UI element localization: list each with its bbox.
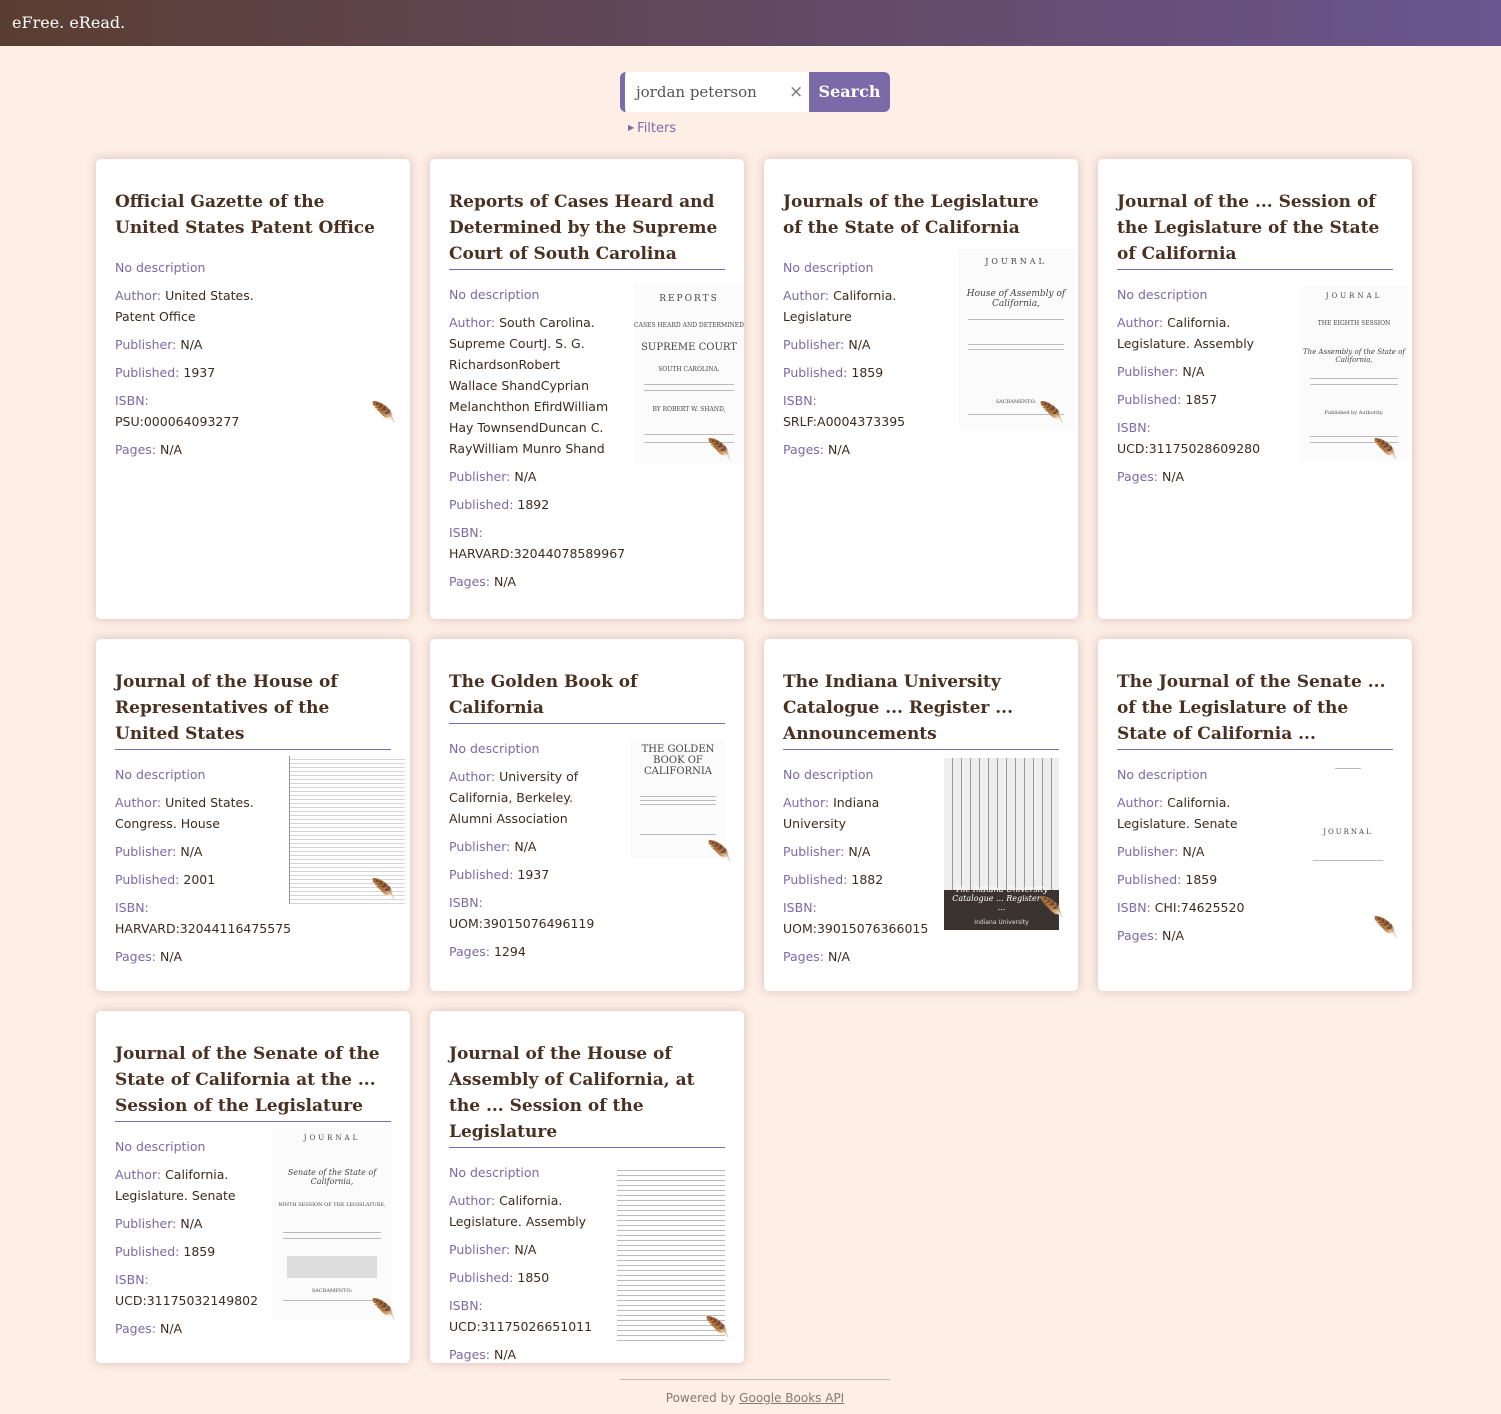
book-title[interactable]: Journal of the House of Representatives … — [115, 669, 391, 750]
link-feather-icon[interactable]: 🪶 — [1039, 401, 1064, 423]
clear-icon[interactable]: × — [789, 82, 803, 102]
book-isbn: SRLF:A0004373395 — [783, 414, 906, 429]
filters-toggle[interactable]: ▶ Filters — [628, 121, 676, 136]
book-card[interactable]: Journal of the Senate of the State of Ca… — [96, 1011, 410, 1363]
book-pages: N/A — [1161, 928, 1185, 943]
book-publisher: N/A — [1182, 364, 1205, 379]
book-description: No description — [1117, 287, 1208, 302]
book-cover-thumbnail[interactable]: JOURNAL Senate of the State of Californi… — [273, 1128, 391, 1320]
book-title[interactable]: Journal of the House of Assembly of Cali… — [449, 1041, 725, 1148]
book-published: 1937 — [517, 867, 550, 882]
book-pages: N/A — [159, 1321, 183, 1336]
book-publisher: N/A — [1182, 844, 1205, 859]
book-cover-thumbnail[interactable]: JOURNAL — [1293, 760, 1403, 880]
book-isbn: UOM:39015076496119 — [449, 916, 595, 931]
footer: Powered by Google Books API — [620, 1391, 890, 1405]
brand-logo[interactable]: eFree. eRead. — [12, 13, 125, 32]
book-publisher: N/A — [180, 844, 203, 859]
book-title[interactable]: Journal of the Senate of the State of Ca… — [115, 1041, 391, 1122]
book-title[interactable]: The Journal of the Senate ... of the Leg… — [1117, 669, 1393, 750]
footer-prefix: Powered by — [665, 1391, 736, 1405]
link-feather-icon[interactable]: 🪶 — [371, 401, 396, 423]
search-button[interactable]: Search — [809, 72, 890, 112]
link-feather-icon[interactable]: 🪶 — [1373, 916, 1398, 938]
book-description: No description — [1117, 767, 1208, 782]
book-description: No description — [115, 1139, 206, 1154]
book-publisher: N/A — [514, 1242, 537, 1257]
link-feather-icon[interactable]: 🪶 — [707, 438, 732, 460]
book-title[interactable]: Journals of the Legislature of the State… — [783, 189, 1059, 243]
link-feather-icon[interactable]: 🪶 — [1373, 438, 1398, 460]
book-published: 1859 — [183, 1244, 216, 1259]
book-isbn: UOM:39015076366015 — [783, 921, 929, 936]
book-publisher: N/A — [848, 337, 871, 352]
book-title[interactable]: The Indiana University Catalogue ... Reg… — [783, 669, 1059, 750]
triangle-right-icon: ▶ — [628, 123, 635, 132]
book-published: 1859 — [851, 365, 884, 380]
book-title[interactable]: The Golden Book of California — [449, 669, 725, 724]
book-publisher: N/A — [180, 337, 203, 352]
book-published: 2001 — [183, 872, 216, 887]
book-card[interactable]: Official Gazette of the United States Pa… — [96, 159, 410, 619]
book-pages: N/A — [159, 949, 183, 964]
book-cover-thumbnail[interactable]: JOURNAL THE EIGHTH SESSION The Assembly … — [1300, 286, 1408, 462]
book-isbn: UCD:31175032149802 — [115, 1293, 259, 1308]
book-card[interactable]: The Indiana University Catalogue ... Reg… — [764, 639, 1078, 991]
book-pages: 1294 — [493, 944, 526, 959]
book-card[interactable]: The Journal of the Senate ... of the Leg… — [1098, 639, 1412, 991]
book-isbn: UCD:31175026651011 — [449, 1319, 593, 1334]
book-pages: N/A — [493, 1347, 517, 1362]
book-description: No description — [449, 1165, 540, 1180]
book-isbn: CHI:74625520 — [1154, 900, 1245, 915]
book-pages: N/A — [493, 574, 517, 589]
book-card[interactable]: Journal of the House of Assembly of Cali… — [430, 1011, 744, 1363]
top-bar: eFree. eRead. — [0, 0, 1501, 46]
book-card[interactable]: Reports of Cases Heard and Determined by… — [430, 159, 744, 619]
link-feather-icon[interactable]: 🪶 — [705, 1316, 730, 1338]
footer-divider — [620, 1379, 890, 1380]
book-publisher: N/A — [848, 844, 871, 859]
book-description: No description — [449, 287, 540, 302]
link-feather-icon[interactable]: 🪶 — [371, 878, 396, 900]
book-publisher: N/A — [514, 839, 537, 854]
book-card[interactable]: Journals of the Legislature of the State… — [764, 159, 1078, 619]
book-pages: N/A — [827, 949, 851, 964]
book-title[interactable]: Reports of Cases Heard and Determined by… — [449, 189, 725, 270]
book-description: No description — [115, 260, 206, 275]
book-published: 1850 — [517, 1270, 550, 1285]
search-bar: jordan peterson × Search — [620, 72, 890, 112]
book-card[interactable]: Journal of the ... Session of the Legisl… — [1098, 159, 1412, 619]
book-description: No description — [783, 767, 874, 782]
book-description: No description — [449, 741, 540, 756]
book-published: 1857 — [1185, 392, 1218, 407]
book-isbn: HARVARD:32044116475575 — [115, 921, 292, 936]
google-books-api-link[interactable]: Google Books API — [739, 1391, 844, 1405]
link-feather-icon[interactable]: 🪶 — [371, 1298, 396, 1320]
book-published: 1882 — [851, 872, 884, 887]
book-pages: N/A — [159, 442, 183, 457]
book-pages: N/A — [827, 442, 851, 457]
filters-label: Filters — [637, 121, 677, 136]
book-isbn: HARVARD:32044078589967 — [449, 546, 626, 561]
book-card[interactable]: The Golden Book of California No descrip… — [430, 639, 744, 991]
link-feather-icon[interactable]: 🪶 — [1039, 896, 1064, 918]
book-publisher: N/A — [180, 1216, 203, 1231]
book-publisher: N/A — [514, 469, 537, 484]
book-published: 1892 — [517, 497, 550, 512]
link-feather-icon[interactable]: 🪶 — [707, 840, 732, 862]
book-title[interactable]: Journal of the ... Session of the Legisl… — [1117, 189, 1393, 270]
book-published: 1859 — [1185, 872, 1218, 887]
book-published: 1937 — [183, 365, 216, 380]
book-title[interactable]: Official Gazette of the United States Pa… — [115, 189, 391, 243]
book-isbn: PSU:000064093277 — [115, 414, 240, 429]
book-pages: N/A — [1161, 469, 1185, 484]
book-description: No description — [783, 260, 874, 275]
book-description: No description — [115, 767, 206, 782]
book-author: South Carolina. Supreme CourtJ. S. G. Ri… — [449, 315, 609, 456]
search-input[interactable]: jordan peterson — [620, 72, 809, 112]
book-isbn: UCD:31175028609280 — [1117, 441, 1261, 456]
book-card[interactable]: Journal of the House of Representatives … — [96, 639, 410, 991]
